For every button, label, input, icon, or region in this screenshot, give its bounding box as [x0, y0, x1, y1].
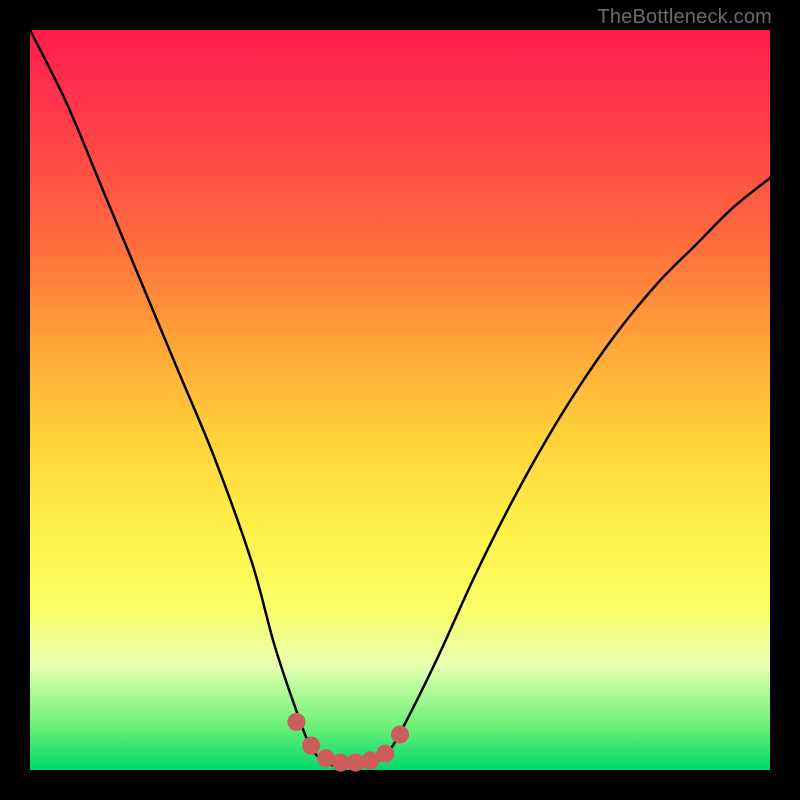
watermark-text: TheBottleneck.com [597, 6, 772, 29]
plot-area [30, 30, 770, 770]
chart-frame: TheBottleneck.com [0, 0, 800, 800]
bottom-dot [302, 737, 320, 755]
bottom-dot [391, 725, 409, 743]
curve-svg [30, 30, 770, 770]
bottom-dot [287, 713, 305, 731]
bottom-dot [376, 745, 394, 763]
bottleneck-curve-path [30, 30, 770, 767]
bottom-dots-group [287, 713, 409, 772]
